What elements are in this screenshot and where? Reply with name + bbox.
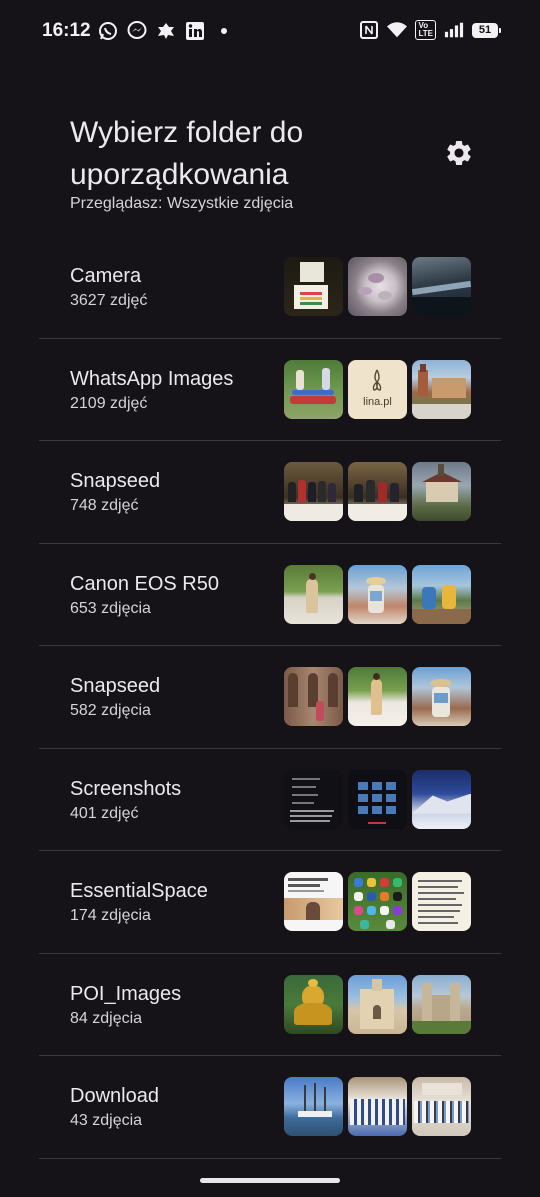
notification-icons [98, 21, 234, 41]
status-time: 16:12 [42, 20, 91, 41]
home-indicator[interactable] [200, 1178, 340, 1183]
volte-icon: Vo LTE [415, 20, 436, 40]
folder-name: Canon EOS R50 [70, 572, 219, 595]
signal-icon [444, 20, 464, 40]
messenger-icon [127, 21, 147, 41]
thumbnail [284, 974, 343, 1034]
thumbnail [348, 462, 407, 521]
thumbnail [412, 359, 471, 419]
nfc-icon [359, 20, 379, 40]
dot-icon [214, 21, 234, 41]
battery-icon: 51 [472, 22, 501, 38]
folder-count: 84 zdjęcia [70, 1009, 143, 1027]
folder-thumbnails [284, 769, 471, 829]
svg-text:lina.pl: lina.pl [363, 396, 392, 408]
folder-name: Snapseed [70, 470, 161, 492]
page-subtitle: Przeglądasz: Wszystkie zdjęcia [70, 195, 294, 212]
folder-row-download[interactable]: Download 43 zdjęcia [39, 1056, 501, 1159]
folder-count: 401 zdjęć [70, 804, 139, 822]
lina-logo: lina.pl [363, 369, 392, 408]
thumbnail [412, 564, 471, 624]
page-title: Wybierz folder do uporządkowania [70, 116, 304, 191]
settings-button[interactable] [442, 136, 476, 170]
folder-name: Download [70, 1085, 159, 1107]
folder-row-canon-eos-r50[interactable]: Canon EOS R50 653 zdjęcia [39, 544, 501, 646]
thumbnail [284, 359, 343, 419]
thumbnail [284, 564, 343, 624]
thumbnail [412, 872, 471, 931]
thumbnail [348, 667, 407, 726]
wifi-icon [387, 20, 408, 40]
thumbnail [348, 872, 407, 931]
folder-count: 2109 zdjęć [70, 394, 148, 412]
bug-icon [156, 21, 176, 41]
folder-row-screenshots[interactable]: Screenshots 401 zdjęć [39, 749, 501, 851]
status-bar: 16:12 Vo LTE 51 [0, 0, 540, 62]
folder-count: 3627 zdjęć [70, 292, 148, 309]
thumbnail [348, 769, 407, 829]
thumbnail [284, 1077, 343, 1136]
folder-name: WhatsApp Images [70, 367, 234, 390]
whatsapp-icon [98, 21, 118, 41]
folder-list: Camera 3627 zdjęć WhatsApp Images 2109 z… [0, 236, 540, 1159]
folder-count: 43 zdjęcia [70, 1112, 143, 1129]
folder-count: 653 zdjęcia [70, 599, 151, 617]
folder-row-camera[interactable]: Camera 3627 zdjęć [39, 236, 501, 339]
folder-thumbnails [284, 667, 471, 726]
thumbnail [412, 667, 471, 726]
folder-name: EssentialSpace [70, 880, 208, 902]
folder-count: 748 zdjęć [70, 497, 139, 514]
folder-thumbnails [284, 974, 471, 1034]
thumbnail [412, 257, 471, 316]
folder-name: Screenshots [70, 777, 182, 800]
system-icons: Vo LTE 51 [359, 20, 501, 40]
thumbnail [348, 257, 407, 316]
thumbnail [412, 462, 471, 521]
thumbnail [348, 1077, 407, 1136]
folder-thumbnails [284, 564, 471, 624]
folder-name: POI_Images [70, 982, 182, 1005]
linkedin-icon [185, 21, 205, 41]
thumbnail [412, 769, 471, 829]
folder-thumbnails: lina.pl [284, 359, 471, 419]
folder-name: Snapseed [70, 675, 161, 697]
thumbnail [284, 872, 343, 931]
thumbnail [284, 769, 343, 829]
folder-thumbnails [284, 872, 471, 931]
thumbnail [284, 257, 343, 316]
thumbnail [348, 974, 407, 1034]
folder-row-snapseed-2[interactable]: Snapseed 582 zdjęcia [39, 646, 501, 749]
thumbnail [284, 667, 343, 726]
thumbnail [412, 1077, 471, 1136]
folder-name: Camera [70, 265, 142, 287]
folder-thumbnails [284, 257, 471, 316]
thumbnail [284, 462, 343, 521]
folder-count: 174 zdjęcia [70, 907, 151, 924]
folder-row-essentialspace[interactable]: EssentialSpace 174 zdjęcia [39, 851, 501, 954]
folder-count: 582 zdjęcia [70, 702, 151, 719]
folder-row-snapseed[interactable]: Snapseed 748 zdjęć [39, 441, 501, 544]
thumbnail [348, 564, 407, 624]
folder-thumbnails [284, 1077, 471, 1136]
folder-row-whatsapp-images[interactable]: WhatsApp Images 2109 zdjęć lina.pl [39, 339, 501, 441]
gear-icon [447, 140, 471, 165]
thumbnail [412, 974, 471, 1034]
thumbnail: lina.pl [348, 359, 407, 419]
folder-row-poi-images[interactable]: POI_Images 84 zdjęcia [39, 954, 501, 1056]
folder-thumbnails [284, 462, 471, 521]
